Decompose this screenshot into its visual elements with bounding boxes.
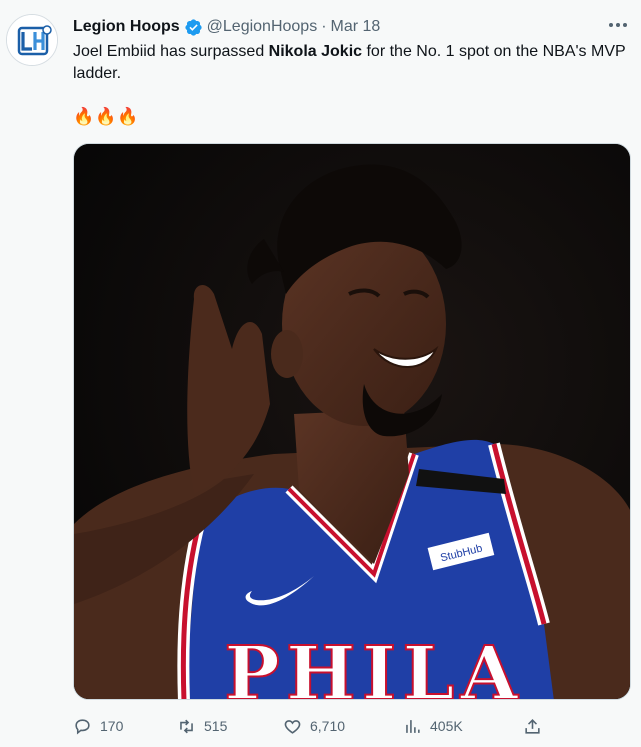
like-count: 6,710 xyxy=(310,717,346,734)
retweet-button[interactable]: 515 xyxy=(177,713,227,739)
tweet-date[interactable]: Mar 18 xyxy=(331,18,381,36)
jersey-lettering: PHILA xyxy=(224,631,524,700)
reply-button[interactable]: 170 xyxy=(73,713,123,739)
more-options-icon[interactable] xyxy=(607,18,629,32)
share-icon xyxy=(525,718,540,734)
reply-icon xyxy=(75,718,90,734)
views-button[interactable]: 405K xyxy=(403,713,463,739)
verified-badge-icon xyxy=(185,18,202,36)
retweet-count: 515 xyxy=(204,717,228,734)
tweet-photo[interactable]: StubHub PHILA xyxy=(73,143,631,700)
tweet-header: Legion Hoops @LegionHoops · Mar 18 xyxy=(73,16,380,38)
tweet-actions: 170 515 6,710 405K xyxy=(73,713,553,739)
tweet-card[interactable]: Legion Hoops @LegionHoops · Mar 18 Joel … xyxy=(0,0,641,747)
photo-player-illustration: StubHub PHILA xyxy=(74,144,630,700)
author-handle[interactable]: @LegionHoops xyxy=(207,18,318,36)
fire-emoji: 🔥🔥🔥 xyxy=(73,107,140,126)
header-separator: · xyxy=(321,18,327,35)
retweet-icon xyxy=(180,719,193,733)
mention-bold-name: Nikola Jokic xyxy=(268,43,363,60)
views-count: 405K xyxy=(430,717,463,734)
author-avatar[interactable] xyxy=(6,14,58,66)
heart-icon xyxy=(284,719,301,734)
like-button[interactable]: 6,710 xyxy=(283,713,345,739)
views-chart-icon xyxy=(406,719,420,733)
tweet-text: Joel Embiid has surpassed Nikola Jokic f… xyxy=(73,43,626,82)
reply-count: 170 xyxy=(100,717,124,734)
share-button[interactable] xyxy=(523,713,550,739)
author-name[interactable]: Legion Hoops xyxy=(73,18,180,36)
legion-hoops-logo-icon xyxy=(7,15,57,65)
